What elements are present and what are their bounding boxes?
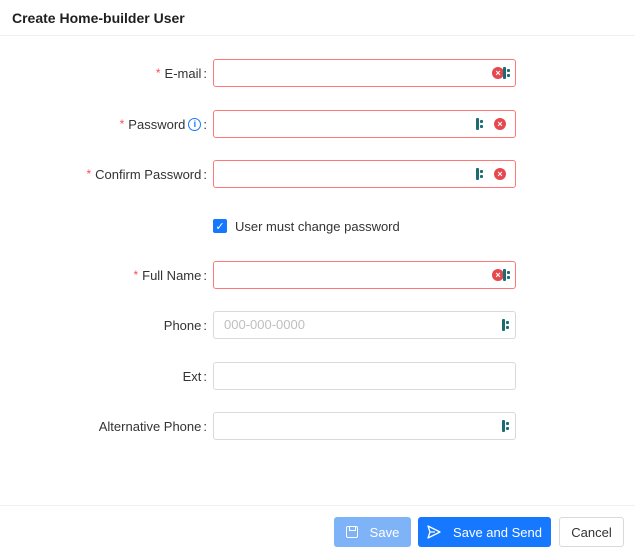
dialog-title: Create Home-builder User [12,9,185,26]
password-manager-icon[interactable] [476,168,488,180]
password-manager-icon[interactable] [502,319,514,331]
password-manager-icon[interactable] [503,67,515,79]
alternative-phone-row: Alternative Phone : [0,412,635,440]
phone-input[interactable]: 000-000-0000 [213,311,516,339]
label-colon: : [203,116,207,132]
email-label-text: E-mail [164,65,202,81]
must-change-password-label[interactable]: User must change password [235,219,400,234]
phone-placeholder: 000-000-0000 [224,317,305,332]
dialog-header: Create Home-builder User [0,0,635,36]
full-name-row: * Full Name : × [0,261,635,289]
label-colon: : [203,317,207,333]
required-mark: * [133,268,139,282]
full-name-label-text: Full Name [142,267,202,283]
save-and-send-button[interactable]: Save and Send [418,517,551,547]
ext-row: Ext : [0,362,635,390]
label-colon: : [203,267,207,283]
alternative-phone-input[interactable] [213,412,516,440]
info-icon[interactable]: i [188,117,202,131]
save-button-label: Save [369,524,400,540]
clear-icon[interactable]: × [494,168,506,180]
phone-label-text: Phone [163,317,202,333]
phone-label: Phone : [164,311,207,339]
alternative-phone-label: Alternative Phone : [99,412,207,440]
ext-label-text: Ext [182,368,202,384]
password-input[interactable]: × [213,110,516,138]
dialog-footer: Save Save and Send Cancel [0,505,635,551]
password-manager-icon[interactable] [503,269,515,281]
save-icon [345,526,358,538]
email-input[interactable]: × [213,59,516,87]
save-button[interactable]: Save [334,517,411,547]
password-row: * Password i : × [0,110,635,138]
alternative-phone-label-text: Alternative Phone [98,418,202,434]
must-change-password-checkbox[interactable]: ✓ [213,219,227,233]
password-manager-icon[interactable] [502,420,514,432]
ext-input[interactable] [213,362,516,390]
label-colon: : [203,166,207,182]
ext-label: Ext : [183,362,207,390]
must-change-password-option[interactable]: ✓ User must change password [213,217,400,235]
required-mark: * [86,167,92,181]
confirm-password-input[interactable]: × [213,160,516,188]
password-label: * Password i : [120,110,207,138]
required-mark: * [119,117,125,131]
cancel-button[interactable]: Cancel [559,517,624,547]
save-and-send-button-label: Save and Send [453,524,542,540]
confirm-password-row: * Confirm Password : × [0,160,635,188]
full-name-label: * Full Name : [133,261,207,289]
email-row: * E-mail : × [0,59,635,87]
cancel-button-label: Cancel [571,524,612,540]
send-icon [427,525,441,539]
phone-row: Phone : 000-000-0000 [0,311,635,339]
password-label-text: Password [128,116,186,132]
confirm-password-label-text: Confirm Password [95,166,202,182]
label-colon: : [203,65,207,81]
required-mark: * [155,66,161,80]
clear-icon[interactable]: × [494,118,506,130]
email-label: * E-mail : [156,59,207,87]
label-colon: : [203,368,207,384]
password-manager-icon[interactable] [476,118,488,130]
confirm-password-label: * Confirm Password : [87,160,208,188]
full-name-input[interactable]: × [213,261,516,289]
label-colon: : [203,418,207,434]
